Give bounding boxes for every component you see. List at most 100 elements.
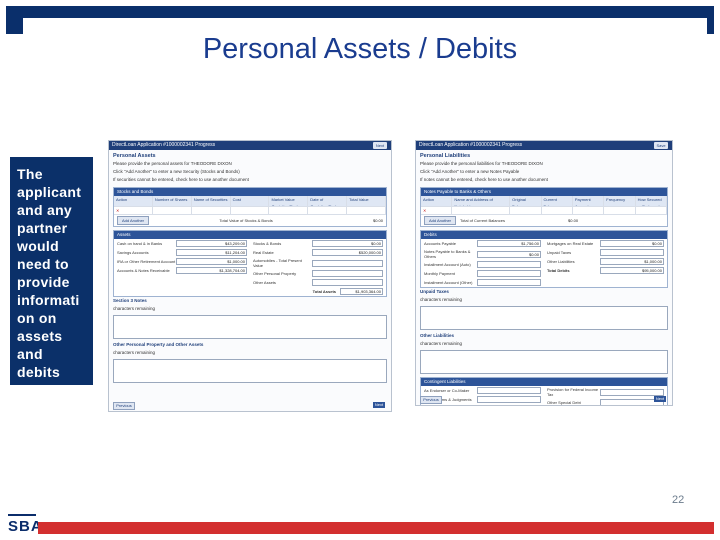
debit-accounts-payable-input[interactable]: $1,756.00 <box>476 240 541 247</box>
delete-icon[interactable]: ✕ <box>114 207 153 214</box>
notes-textarea[interactable] <box>113 315 387 339</box>
debit-installment-other-input[interactable] <box>476 279 541 286</box>
chars-remaining-2: characters remaining <box>420 341 463 346</box>
col-payment: Payment Amount <box>572 196 605 206</box>
asset-ira-input[interactable]: $1,000.00 <box>175 258 247 265</box>
unpaid-taxes-textarea[interactable] <box>420 306 668 330</box>
other-property-textarea[interactable] <box>113 359 387 383</box>
liabilities-option-2[interactable]: If notes cannot be entered, check here t… <box>416 176 672 184</box>
debit-label: Unpaid Taxes <box>547 250 572 255</box>
notes-total-value: $0.00 <box>568 218 579 223</box>
asset-label: Savings Accounts <box>117 250 149 255</box>
notes-payable-section: Notes Payable to Banks & Others Action N… <box>420 187 668 227</box>
col-original: Original Balance <box>510 196 542 206</box>
top-banner <box>6 6 714 38</box>
stocks-table-header: Action Number of Shares Name of Securiti… <box>114 196 387 207</box>
debit-label: Notes Payable to Banks & Others <box>424 249 471 259</box>
slide-title: Personal Assets / Debits <box>202 33 518 65</box>
asset-realestate-input[interactable]: $520,000.00 <box>311 249 383 256</box>
asset-label: IRA or Other Retirement Account <box>117 259 176 264</box>
notes-total-label: Total of Current Balances <box>460 218 505 223</box>
debit-unpaid-taxes-input[interactable] <box>599 249 664 256</box>
personal-assets-screenshot: DirectLoan Application #1000002341 Progr… <box>108 140 392 412</box>
liabilities-title-bar: DirectLoan Application #1000002341 Progr… <box>416 141 672 150</box>
col-cost: Cost <box>230 196 270 206</box>
asset-other-input[interactable] <box>311 279 383 286</box>
delete-icon[interactable]: ✕ <box>421 207 453 214</box>
stocks-bonds-section: Stocks and Bonds Action Number of Shares… <box>113 187 387 227</box>
debit-label: Total Debits <box>547 268 570 273</box>
debit-label: Monthly Payment <box>424 271 455 276</box>
other-liabilities-heading: Other Liabilities <box>420 333 455 338</box>
col-frequency: Frequency <box>604 196 636 206</box>
liabilities-title-bar-text: DirectLoan Application #1000002341 Progr… <box>419 142 523 148</box>
contingent-label: As Endorser or Co-Maker <box>424 388 470 393</box>
assets-option-2[interactable]: If securities cannot be entered, check h… <box>109 176 391 184</box>
debits-section-header: Debits <box>421 231 667 239</box>
liabilities-footer: Previous Next <box>416 395 672 405</box>
asset-cash-input[interactable]: $43,209.00 <box>175 240 247 247</box>
col-noteholder: Name and Address of Noteholder <box>452 196 511 206</box>
stocks-total-row: Add Another Total Value of Stocks & Bond… <box>114 215 386 226</box>
liabilities-heading: Personal Liabilities <box>420 153 471 159</box>
assets-intro: Please provide the personal assets for T… <box>113 161 232 166</box>
debit-label: Installment Account (Auto) <box>424 262 471 267</box>
other-property-heading: Other Personal Property and Other Assets <box>113 342 204 347</box>
col-current: Current Balance <box>541 196 573 206</box>
total-assets-row: Total Assets $1,903,364.00 <box>114 287 386 296</box>
stocks-total-value: $0.00 <box>372 218 383 223</box>
stocks-bonds-header: Stocks and Bonds <box>114 188 386 196</box>
assets-section-header: Assets <box>114 231 386 239</box>
assets-heading: Personal Assets <box>113 153 156 159</box>
notes-payable-header: Notes Payable to Banks & Others <box>421 188 667 196</box>
previous-button[interactable]: Previous <box>113 402 135 410</box>
col-market-value: Market Value Quotation/Exchange <box>269 196 309 206</box>
sidebar-callout: The applicant and any partner would need… <box>10 157 93 385</box>
asset-property-input[interactable] <box>311 270 383 277</box>
table-row[interactable]: ✕ <box>421 207 667 215</box>
col-date: Date of Quotation/Exchange <box>308 196 348 206</box>
table-row[interactable]: ✕ <box>114 207 387 215</box>
next-button[interactable]: Next <box>373 402 385 408</box>
bottom-red-bar <box>38 522 714 534</box>
assets-title-bar-text: DirectLoan Application #1000002341 Progr… <box>112 142 216 148</box>
stocks-total-label: Total Value of Stocks & Bonds <box>219 218 273 223</box>
asset-label: Other Assets <box>253 280 276 285</box>
liabilities-intro: Please provide the personal liabilities … <box>420 161 543 166</box>
liabilities-option-1: Click "Add Another" to enter a new Notes… <box>420 169 520 174</box>
notes-table-header: Action Name and Address of Noteholder Or… <box>421 196 667 207</box>
asset-savings-input[interactable]: $11,204.00 <box>175 249 247 256</box>
contingent-endorser-input[interactable] <box>476 387 541 394</box>
assets-option-1: Click "Add Another" to enter a new Secur… <box>113 169 240 174</box>
debit-label: Installment Account (Other) <box>424 280 473 285</box>
previous-button[interactable]: Previous <box>420 396 442 404</box>
next-button[interactable]: Next <box>654 396 666 402</box>
debit-installment-auto-input[interactable] <box>476 261 541 268</box>
debit-monthly-payment-input[interactable] <box>476 270 541 277</box>
other-liabilities-textarea[interactable] <box>420 350 668 374</box>
debit-mortgages-input[interactable]: $0.00 <box>599 240 664 247</box>
col-total: Total Value <box>347 196 387 206</box>
notes-total-row: Add Another Total of Current Balances $0… <box>421 215 667 226</box>
debit-total-value: $95,000.00 <box>599 267 664 274</box>
asset-auto-input[interactable] <box>311 259 383 267</box>
col-action: Action <box>114 196 153 206</box>
liabilities-save-button[interactable]: Save <box>654 142 668 149</box>
assets-next-button[interactable]: Next <box>373 142 387 149</box>
chars-remaining-1: characters remaining <box>113 306 156 311</box>
contingent-section-header: Contingent Liabilities <box>421 378 667 386</box>
assets-title-bar: DirectLoan Application #1000002341 Progr… <box>109 141 391 150</box>
col-secured: How Secured or Endorsed <box>635 196 667 206</box>
total-assets-value: $1,903,364.00 <box>340 288 383 295</box>
chars-remaining-2: characters remaining <box>113 350 156 355</box>
asset-label: Automobiles - Total Present Value <box>253 258 302 268</box>
col-shares: Number of Shares <box>152 196 192 206</box>
debit-other-liabilities-input[interactable]: $1,000.00 <box>599 258 664 265</box>
debit-notes-payable-input[interactable]: $0.00 <box>476 250 541 258</box>
asset-stocks-input[interactable]: $0.00 <box>311 240 383 247</box>
asset-receivable-input[interactable]: $1,328,704.00 <box>175 267 247 274</box>
add-another-button[interactable]: Add Another <box>117 216 150 225</box>
add-another-button[interactable]: Add Another <box>424 216 457 225</box>
assets-section: Assets Cash on hand & in Banks $43,209.00… <box>113 230 387 297</box>
personal-liabilities-screenshot: DirectLoan Application #1000002341 Progr… <box>415 140 673 406</box>
